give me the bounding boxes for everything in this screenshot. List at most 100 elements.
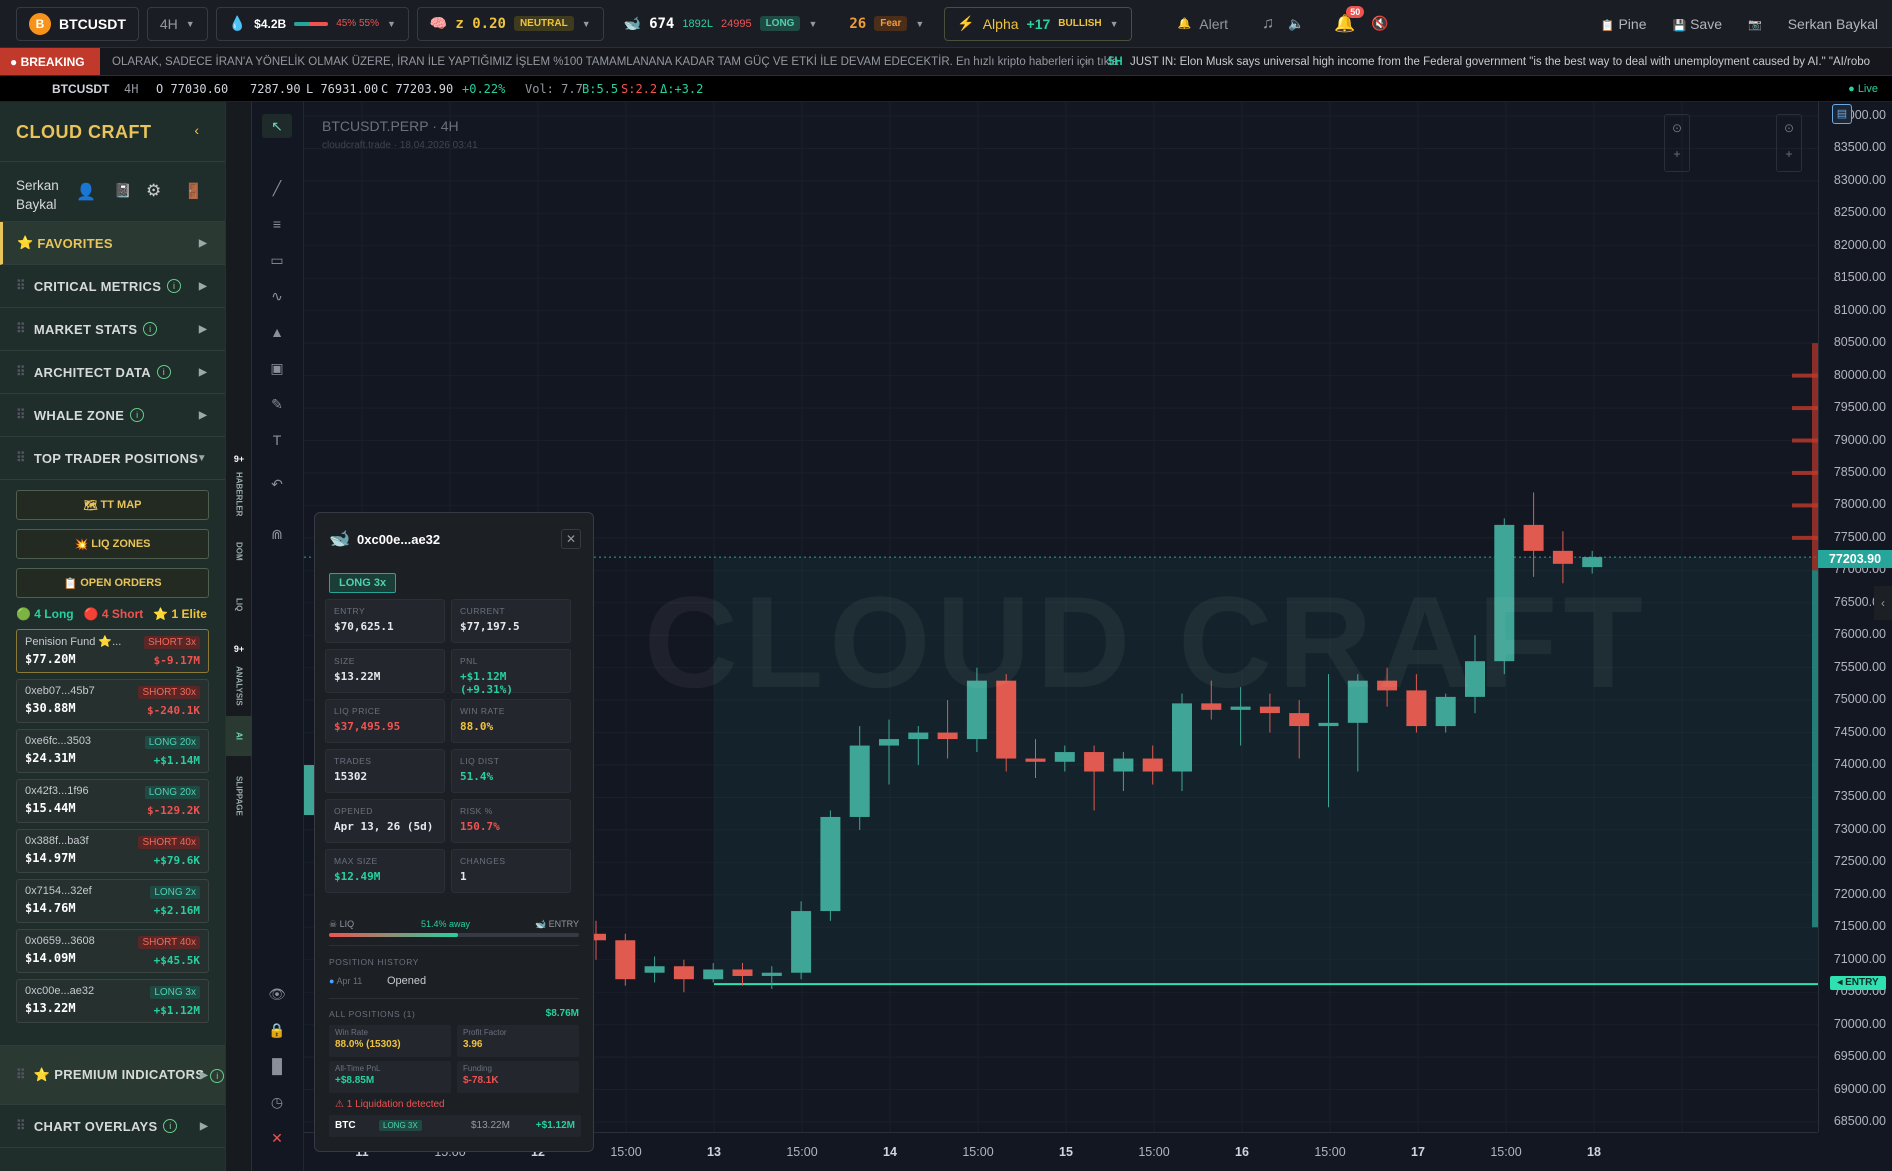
tab-label: SLIPPAGE (234, 776, 244, 816)
remove-drawings-icon[interactable]: ✕ (262, 1126, 292, 1150)
sound-off-icon[interactable]: 🔇 (1371, 15, 1388, 32)
undo-tool-icon[interactable]: ↶ (262, 472, 292, 496)
open-orders-button[interactable]: 📋 OPEN ORDERS (16, 568, 209, 598)
pattern-tool-icon[interactable]: ∿ (262, 284, 292, 308)
zscore-widget[interactable]: 🧠 z 0.20 NEUTRAL ▼ (416, 6, 604, 41)
lock-icon[interactable]: 🔒 (262, 1018, 292, 1042)
price-tick: 78000.00 (1833, 497, 1886, 512)
trader-position: LONG 3x (150, 986, 200, 999)
axis-settings-icon[interactable]: ▤ (1832, 104, 1852, 124)
tab-analysis[interactable]: ANALYSIS (226, 658, 252, 714)
section-market-stats[interactable]: ⠿ MARKET STATS i ▶ (0, 308, 225, 351)
trendline-tool-icon[interactable]: ╱ (262, 176, 292, 200)
trader-pnl: +$79.6K (153, 854, 200, 867)
section-whale-zone[interactable]: ⠿ WHALE ZONE i ▶ (0, 394, 225, 437)
notifications-button[interactable]: 🔔 50 (1334, 5, 1365, 34)
tab-haberler[interactable]: HABERLER (226, 466, 252, 522)
bar-chart-icon[interactable]: ▐▌ (262, 1054, 292, 1078)
entry-price-label: ◂ ENTRY (1830, 976, 1886, 990)
whale-widget[interactable]: 🐋 674 1892L 24995 LONG ▼ (612, 7, 830, 41)
camera-icon[interactable]: 📷 (1748, 18, 1762, 31)
liquidity-widget[interactable]: 💧 $4.2B 45% 55% ▼ (215, 6, 409, 41)
all-positions-total: $8.76M (545, 1008, 579, 1019)
candle-body (937, 732, 958, 740)
clock-icon[interactable]: ◷ (262, 1090, 292, 1114)
timeframe-selector[interactable]: 4H ▼ (146, 6, 208, 41)
alpha-widget[interactable]: ⚡ Alpha +17 BULLISH ▼ (944, 6, 1132, 41)
trader-card[interactable]: 0xe6fc...3503 $24.31M LONG 20x +$1.14M (16, 729, 209, 773)
zoom-control-left[interactable]: ⊙ + (1664, 114, 1690, 172)
tab-ai[interactable]: AI (226, 716, 252, 756)
trader-card[interactable]: 0x388f...ba3f $14.97M SHORT 40x +$79.6K (16, 829, 209, 873)
position-footer-row[interactable]: BTC LONG 3X $13.22M +$1.12M (329, 1115, 581, 1137)
position-summary: 🟢 4 Long 🔴 4 Short ⭐ 1 Elite (16, 607, 209, 621)
trader-card[interactable]: Penision Fund ⭐... $77.20M SHORT 3x $-9.17M (16, 629, 209, 673)
brush-tool-icon[interactable]: ✎ (262, 392, 292, 416)
text-tool-icon[interactable]: T (262, 428, 292, 452)
info-icon[interactable]: i (156, 365, 171, 379)
section-critical-metrics[interactable]: ⠿ CRITICAL METRICS i ▶ (0, 265, 225, 308)
user-name[interactable]: Serkan Baykal (1788, 16, 1878, 32)
info-icon[interactable]: i (167, 279, 182, 293)
cursor-tool-icon[interactable]: ↖ (262, 114, 292, 138)
eye-icon[interactable]: 👁 (262, 982, 292, 1006)
trader-card[interactable]: 0x42f3...1f96 $15.44M LONG 20x $-129.2K (16, 779, 209, 823)
stat-label: SIZE (334, 656, 355, 666)
zoom-control-right[interactable]: ⊙ + (1776, 114, 1802, 172)
section-top-trader-positions[interactable]: ⠿ TOP TRADER POSITIONS ▼ (0, 437, 225, 480)
trader-card[interactable]: 0xeb07...45b7 $30.88M SHORT 30x $-240.1K (16, 679, 209, 723)
liq-zones-button[interactable]: 💥 LIQ ZONES (16, 529, 209, 559)
info-icon[interactable]: i (210, 1069, 225, 1083)
fear-greed-widget[interactable]: 26 Fear ▼ (837, 7, 936, 41)
stat-cell-liq-price: LIQ PRICE $37,495.95 (325, 699, 445, 743)
tab-slippage[interactable]: SLIPPAGE (226, 766, 252, 826)
tt-map-button[interactable]: 🗺 TT MAP (16, 490, 209, 520)
symbol-label: BTCUSDT (59, 15, 126, 32)
alpha-tag: BULLISH (1058, 18, 1102, 29)
logout-door-icon[interactable]: 🚪 (184, 182, 203, 200)
section-architect-data[interactable]: ⠿ ARCHITECT DATA i ▶ (0, 351, 225, 394)
info-icon[interactable]: i (130, 408, 145, 422)
tab-liq[interactable]: LIQ (226, 592, 252, 618)
rectangle-tool-icon[interactable]: ▭ (262, 248, 292, 272)
short-count: 🔴 4 Short (83, 607, 144, 621)
trader-card[interactable]: 0x7154...32ef $14.76M LONG 2x +$2.16M (16, 879, 209, 923)
calendar-tool-icon[interactable]: ▣ (262, 356, 292, 380)
symbol-selector[interactable]: B BTCUSDT (16, 6, 139, 41)
expand-panel-icon[interactable]: ‹ (1874, 586, 1892, 620)
price-tick: 73000.00 (1833, 821, 1886, 836)
magnet-tool-icon[interactable]: ⋒ (262, 522, 292, 546)
whale-tag: LONG (759, 16, 801, 31)
collapse-icon[interactable]: ‹ (194, 122, 199, 138)
footer-size: $13.22M (471, 1120, 510, 1131)
candle-body (908, 732, 929, 740)
mute-icon[interactable]: 🔈 (1288, 16, 1304, 32)
trader-pnl: +$1.12M (153, 1004, 200, 1017)
trader-position: LONG 2x (150, 886, 200, 899)
bell-outline-icon[interactable]: ♫ (1262, 15, 1274, 33)
news-ticker[interactable]: ● BREAKING OLARAK, SADECE İRAN'A YÖNELİK… (0, 48, 1892, 76)
chevron-down-icon: ▼ (196, 452, 207, 464)
settings-gear-icon[interactable]: ⚙ (146, 181, 161, 201)
trader-card[interactable]: 0x0659...3608 $14.09M SHORT 40x +$45.5K (16, 929, 209, 973)
section-premium-indicators[interactable]: ⠿ ⭐ PREMIUM INDICATORS i ▶ (0, 1045, 225, 1105)
stat-label: LIQ PRICE (334, 706, 381, 716)
info-icon[interactable]: i (143, 322, 158, 336)
arrow-up-tool-icon[interactable]: ▲ (262, 320, 292, 344)
notebook-icon[interactable]: 📓 (114, 182, 131, 199)
trader-card[interactable]: 0xc00e...ae32 $13.22M LONG 3x +$1.12M (16, 979, 209, 1023)
save-button[interactable]: 💾 Save (1673, 16, 1723, 32)
tab-dom[interactable]: DOM (226, 534, 252, 568)
map-icon: 🗺 (83, 499, 98, 512)
section-chart-overlays[interactable]: ⠿ CHART OVERLAYS i ▶ (0, 1105, 225, 1148)
stat-value: 15302 (334, 770, 368, 783)
summary-cell: Win Rate 88.0% (15303) (329, 1025, 451, 1057)
ohlc-timeframe: 4H (124, 82, 139, 96)
section-favorites[interactable]: ⭐ FAVORITES ▶ (0, 222, 225, 265)
horizontal-lines-tool-icon[interactable]: ≡ (262, 212, 292, 236)
profile-icon[interactable]: 👤 (76, 182, 96, 202)
close-icon[interactable]: ✕ (561, 529, 581, 549)
alert-button[interactable]: 🔔 Alert (1166, 7, 1241, 41)
pine-button[interactable]: 📋 Pine (1601, 16, 1647, 32)
info-icon[interactable]: i (163, 1119, 178, 1133)
